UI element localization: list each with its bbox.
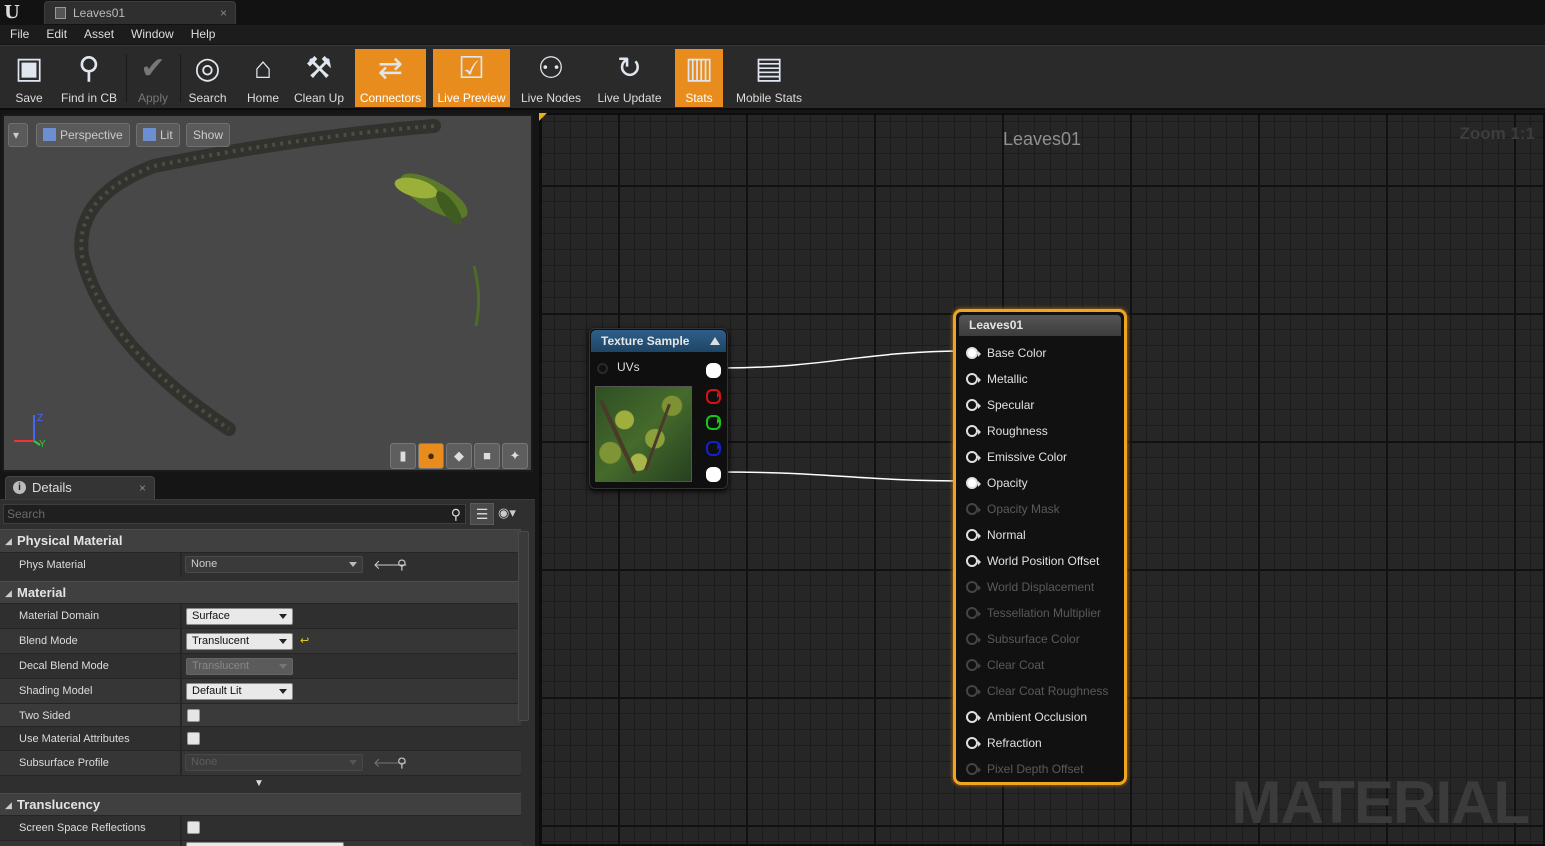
input-pin[interactable] bbox=[966, 737, 978, 749]
rgb-output-pin[interactable] bbox=[706, 363, 719, 374]
graph-wires bbox=[0, 0, 1545, 846]
input-pin[interactable] bbox=[966, 347, 978, 359]
input-pin[interactable] bbox=[966, 711, 978, 723]
input-pin[interactable] bbox=[966, 373, 978, 385]
uvs-input-pin[interactable] bbox=[597, 363, 608, 374]
b-output-pin[interactable] bbox=[706, 441, 719, 452]
input-pin[interactable] bbox=[966, 555, 978, 567]
texture-thumbnail bbox=[595, 386, 692, 482]
r-output-pin[interactable] bbox=[706, 389, 719, 400]
input-pin bbox=[966, 581, 978, 593]
input-pin[interactable] bbox=[966, 425, 978, 437]
material-result-node[interactable]: Leaves01 Base Color Metallic Specular Ro… bbox=[953, 309, 1127, 785]
input-pin bbox=[966, 607, 978, 619]
g-output-pin[interactable] bbox=[706, 415, 719, 426]
collapse-node-icon[interactable] bbox=[710, 337, 720, 345]
input-pin bbox=[966, 763, 978, 775]
input-pin[interactable] bbox=[966, 399, 978, 411]
input-pin bbox=[966, 503, 978, 515]
wire-alpha-to-opacity bbox=[720, 472, 968, 481]
wire-rgb-to-base-color bbox=[720, 351, 968, 368]
input-pin bbox=[966, 685, 978, 697]
input-pin bbox=[966, 659, 978, 671]
input-pin[interactable] bbox=[966, 451, 978, 463]
a-output-pin[interactable] bbox=[706, 467, 719, 478]
texture-sample-node[interactable]: Texture Sample UVs bbox=[589, 328, 728, 489]
material-node-header: Leaves01 bbox=[959, 315, 1121, 336]
input-pin[interactable] bbox=[966, 477, 978, 489]
input-pin bbox=[966, 633, 978, 645]
texture-sample-header[interactable]: Texture Sample bbox=[591, 330, 726, 352]
input-pin[interactable] bbox=[966, 529, 978, 541]
uvs-label: UVs bbox=[617, 360, 640, 374]
